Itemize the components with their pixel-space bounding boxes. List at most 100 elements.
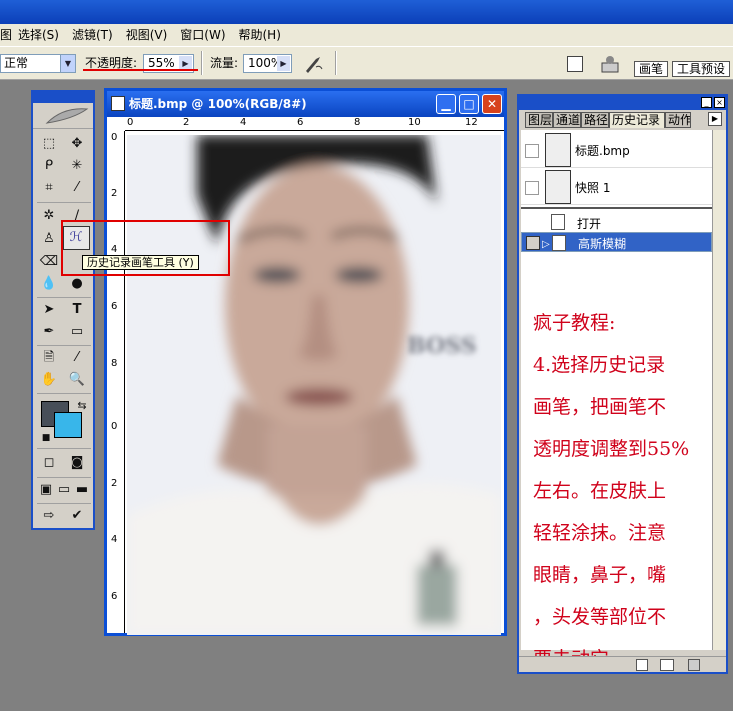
ruler-label: 4 — [111, 534, 118, 545]
history-brush-source-icon[interactable] — [526, 236, 540, 250]
palette-title-bar[interactable]: _ × — [519, 96, 726, 110]
tutorial-line: 左右。在皮肤上 — [533, 480, 667, 502]
tutorial-line: 透明度调整到55% — [533, 438, 690, 460]
toolbox-title-bar[interactable] — [33, 92, 93, 103]
tab-layers[interactable]: 图层 — [525, 112, 553, 128]
close-icon[interactable]: × — [714, 97, 725, 108]
tab-channels[interactable]: 通道 — [553, 112, 581, 128]
slider-arrow-icon[interactable]: ▶ — [277, 56, 290, 71]
palette-tabs: 图层 通道 路径 历史记录 动作 ▶ — [519, 110, 726, 128]
maximize-button[interactable]: □ — [459, 94, 479, 114]
tutorial-line: 轻轻涂抹。注意 — [533, 522, 667, 544]
path-selection-icon[interactable]: ➤ — [38, 300, 60, 320]
blur-tool-icon[interactable]: 💧 — [38, 274, 60, 294]
history-state-row[interactable]: 打开 — [521, 212, 712, 232]
checkmark-icon[interactable]: ✔ — [66, 506, 88, 526]
document-state-icon — [551, 214, 565, 230]
healing-brush-icon[interactable]: ✲ — [38, 206, 60, 226]
menu-filter[interactable]: 滤镜(T) — [66, 24, 120, 46]
lasso-tool-icon[interactable]: ᑭ — [38, 156, 60, 176]
history-palette: _ × 图层 通道 路径 历史记录 动作 ▶ 标题.bmp 快照 1 打开 ▷ … — [517, 94, 728, 674]
snapshot-thumbnail — [545, 170, 571, 204]
ruler-label: 10 — [408, 117, 421, 128]
snapshot-row[interactable]: 标题.bmp — [521, 132, 712, 168]
divider — [37, 297, 91, 298]
palette-well-icon[interactable] — [599, 54, 621, 74]
canvas-image[interactable]: BOSS — [127, 135, 501, 635]
menu-help[interactable]: 帮助(H) — [233, 24, 288, 46]
app-title-bar — [0, 0, 733, 24]
blend-mode-value: 正常 — [4, 56, 29, 70]
history-state-row-selected[interactable]: ▷ 高斯模糊 — [521, 232, 712, 252]
feather-logo-icon[interactable] — [33, 103, 93, 129]
divider — [37, 202, 91, 203]
new-document-icon[interactable] — [636, 659, 648, 671]
snapshot-label: 快照 1 — [575, 181, 611, 195]
file-browser-icon[interactable] — [567, 56, 583, 72]
clone-stamp-icon[interactable]: ♙ — [38, 229, 60, 249]
tab-actions[interactable]: 动作 — [665, 112, 691, 128]
quick-mask-icon[interactable]: ◙ — [66, 453, 88, 473]
notes-tool-icon[interactable]: 🗎 — [38, 348, 60, 368]
slice-tool-icon[interactable]: ⁄ — [66, 178, 88, 198]
snapshot-thumbnail — [545, 133, 571, 167]
history-state-label: 打开 — [577, 217, 602, 231]
tab-history[interactable]: 历史记录 — [609, 112, 665, 128]
eyedropper-icon[interactable]: ⁄ — [66, 348, 88, 368]
vertical-ruler: 0 2 4 6 8 0 2 4 6 — [107, 131, 125, 633]
shape-tool-icon[interactable]: ▭ — [66, 322, 88, 342]
flow-input[interactable]: 100% ▶ — [243, 54, 292, 73]
toolbox: ⬚ ✥ ᑭ ✳ ⌗ ⁄ ✲ ∕ ♙ ℋ ⌫ 💧 ● ➤ T ✒ ▭ 🗎 ⁄ ✋ … — [31, 90, 95, 530]
menu-layer[interactable]: 图层 — [0, 24, 12, 46]
opacity-value: 55% — [148, 56, 175, 70]
background-color-swatch[interactable] — [54, 412, 82, 438]
tutorial-line: 画笔，把画笔不 — [533, 396, 667, 418]
tab-paths[interactable]: 路径 — [581, 112, 609, 128]
minimize-icon[interactable]: _ — [701, 97, 712, 108]
tool-tooltip: 历史记录画笔工具 (Y) — [82, 255, 199, 270]
chevron-down-icon[interactable]: ▼ — [60, 55, 75, 72]
tab-brushes[interactable]: 画笔 — [634, 61, 669, 77]
blend-mode-select[interactable]: 正常 ▼ — [0, 54, 76, 73]
screen-mode-3-icon[interactable]: ▬ — [71, 480, 93, 500]
options-bar: 正常 ▼ 不透明度: 55% ▶ 流量: 100% ▶ 画笔 工具预设 — [0, 46, 733, 80]
standard-mode-icon[interactable]: ◻ — [38, 453, 60, 473]
history-scrollbar[interactable] — [712, 130, 726, 650]
source-checkbox[interactable] — [525, 181, 539, 195]
ruler-label: 6 — [111, 591, 118, 602]
dodge-tool-icon[interactable]: ● — [66, 274, 88, 294]
new-snapshot-icon[interactable] — [660, 659, 674, 671]
divider — [37, 477, 91, 478]
menu-select[interactable]: 选择(S) — [12, 24, 66, 46]
eraser-tool-icon[interactable]: ⌫ — [38, 252, 60, 272]
ruler-label: 2 — [111, 188, 118, 199]
ruler-label: 2 — [183, 117, 190, 128]
minimize-button[interactable]: ▁ — [436, 94, 456, 114]
palette-footer — [519, 656, 726, 672]
source-checkbox[interactable] — [525, 144, 539, 158]
tutorial-line: 4.选择历史记录 — [533, 354, 666, 376]
snapshot-row[interactable]: 快照 1 — [521, 169, 712, 205]
hand-tool-icon[interactable]: ✋ — [38, 370, 60, 390]
zoom-tool-icon[interactable]: 🔍 — [66, 370, 88, 390]
jump-to-imageready-icon[interactable]: ⇨ — [38, 506, 60, 526]
snapshot-label: 标题.bmp — [575, 144, 630, 158]
document-title: 标题.bmp @ 100%(RGB/8#) — [129, 97, 307, 111]
divider — [37, 448, 91, 449]
menu-window[interactable]: 窗口(W) — [174, 24, 232, 46]
crop-tool-icon[interactable]: ⌗ — [38, 178, 60, 198]
ruler-label: 6 — [297, 117, 304, 128]
close-button[interactable]: ✕ — [482, 94, 502, 114]
type-tool-icon[interactable]: T — [66, 300, 88, 320]
tab-tool-presets[interactable]: 工具预设 — [672, 61, 731, 77]
ruler-label: 0 — [127, 117, 134, 128]
pen-tool-icon[interactable]: ✒ — [38, 322, 60, 342]
magic-wand-icon[interactable]: ✳ — [66, 156, 88, 176]
marquee-tool-icon[interactable]: ⬚ — [38, 134, 60, 154]
palette-menu-icon[interactable]: ▶ — [708, 112, 722, 126]
trash-icon[interactable] — [688, 659, 700, 671]
move-tool-icon[interactable]: ✥ — [66, 134, 88, 154]
airbrush-icon[interactable] — [302, 53, 326, 75]
ruler-label: 12 — [465, 117, 478, 128]
menu-view[interactable]: 视图(V) — [120, 24, 175, 46]
